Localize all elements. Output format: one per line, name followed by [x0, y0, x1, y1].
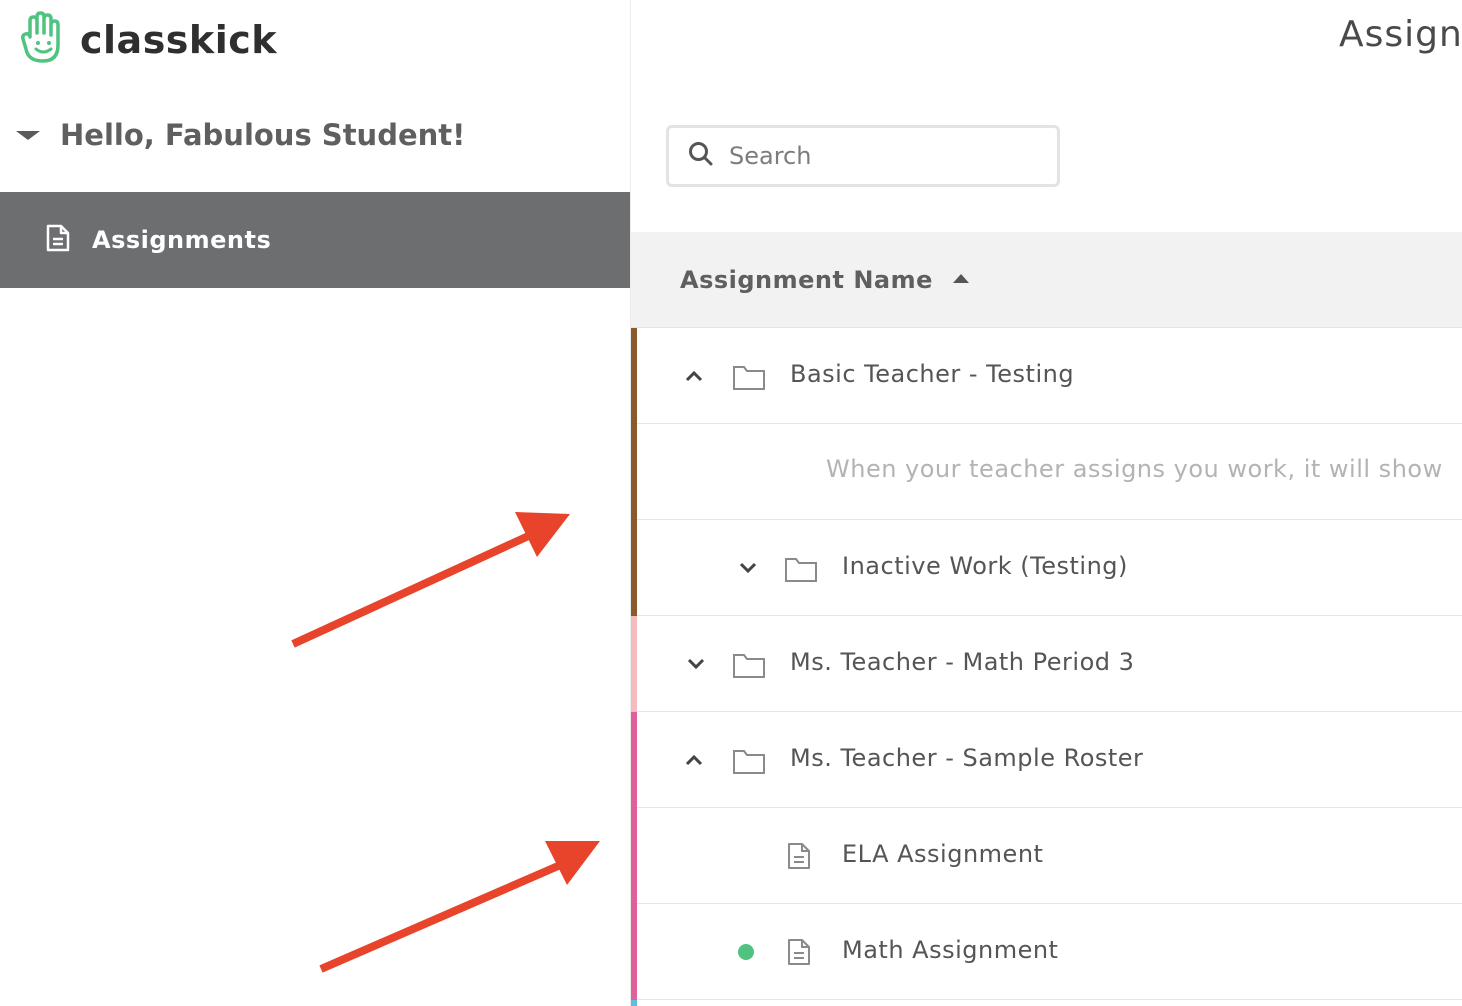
folder-name: Ms. Teacher - Math Period 3	[790, 648, 1135, 676]
chevron-down-icon[interactable]	[686, 654, 706, 674]
chevron-up-icon[interactable]	[684, 750, 704, 770]
greeting-text: Hello, Fabulous Student!	[60, 118, 466, 152]
folder-name: Basic Teacher - Testing	[790, 360, 1075, 388]
hand-logo-icon	[18, 11, 68, 69]
sort-ascending-icon	[952, 274, 969, 283]
document-icon	[788, 843, 810, 869]
assignment-name: Math Assignment	[842, 936, 1059, 964]
folder-icon	[733, 750, 765, 774]
page-title: Assignments	[1339, 14, 1462, 55]
folder-row[interactable]: Basic Teacher - Testing	[631, 328, 1462, 424]
logo[interactable]: classkick	[18, 11, 278, 69]
document-icon	[46, 224, 70, 256]
folder-row[interactable]: Ms. Teacher - Math Period 3	[631, 616, 1462, 712]
search-box[interactable]	[666, 125, 1060, 187]
class-color-stripe	[631, 616, 637, 712]
class-color-stripe	[631, 712, 637, 808]
folder-name: Inactive Work (Testing)	[842, 552, 1128, 580]
new-work-indicator	[738, 944, 754, 960]
assignment-name: ELA Assignment	[842, 840, 1044, 868]
class-color-stripe	[631, 808, 637, 904]
folder-icon	[785, 558, 817, 582]
folder-icon	[733, 366, 765, 390]
class-color-stripe	[631, 904, 637, 1000]
folder-row[interactable]: Inactive Work (Testing)	[631, 520, 1462, 616]
class-color-stripe	[631, 1000, 637, 1006]
empty-state-message: When your teacher assigns you work, it w…	[826, 455, 1443, 483]
folder-name: Ms. Teacher - Sample Roster	[790, 744, 1144, 772]
class-color-stripe	[631, 520, 637, 616]
search-icon	[687, 140, 715, 172]
caret-down-icon	[16, 130, 40, 140]
assignment-row[interactable]: ELA Assignment	[631, 808, 1462, 904]
sidebar-item-label: Assignments	[92, 226, 272, 254]
column-header-label: Assignment Name	[680, 265, 933, 294]
brand-name: classkick	[80, 18, 278, 62]
document-icon	[788, 939, 810, 965]
sidebar: classkick Hello, Fabulous Student! Assig…	[0, 0, 630, 1006]
chevron-up-icon[interactable]	[684, 366, 704, 386]
class-color-stripe	[631, 424, 637, 520]
account-menu-toggle[interactable]: Hello, Fabulous Student!	[16, 110, 465, 160]
folder-icon	[733, 654, 765, 678]
assignment-row[interactable]: Math Assignment	[631, 904, 1462, 1000]
annotation-arrow-lower	[319, 841, 600, 973]
folder-row[interactable]: Ms. Teacher - Sample Roster	[631, 712, 1462, 808]
sidebar-item-assignments[interactable]: Assignments	[0, 192, 630, 288]
search-input[interactable]	[729, 142, 1049, 170]
main-content: Assignments Assignment Name Basic Teache…	[630, 0, 1462, 1006]
annotation-arrow-upper	[291, 512, 570, 648]
assignment-list: Basic Teacher - Testing When your teache…	[631, 328, 1462, 1000]
chevron-down-icon[interactable]	[738, 558, 758, 578]
column-header-assignment-name[interactable]: Assignment Name	[631, 232, 1462, 328]
class-color-stripe	[631, 328, 637, 424]
empty-state-row: When your teacher assigns you work, it w…	[631, 424, 1462, 520]
